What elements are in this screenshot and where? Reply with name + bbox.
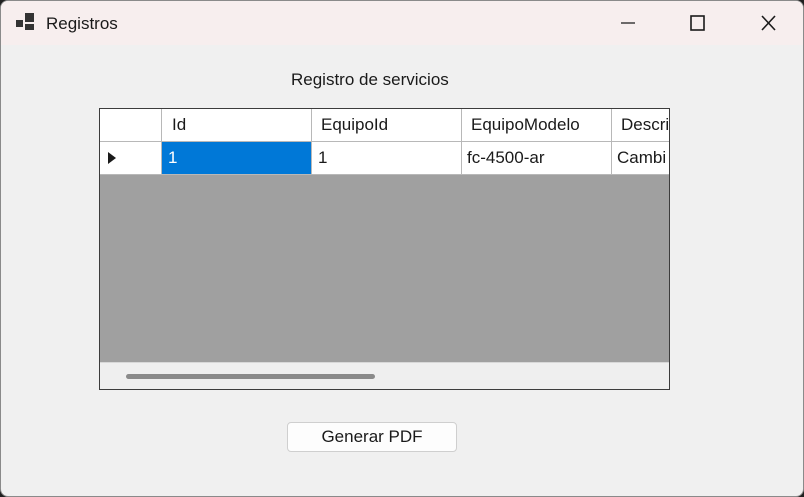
app-window-icon	[16, 13, 36, 31]
minimize-button[interactable]	[593, 1, 663, 45]
window-title: Registros	[46, 14, 118, 33]
cell-descripcion[interactable]: Cambi	[612, 142, 669, 174]
cell-equipomodelo[interactable]: fc-4500-ar	[462, 142, 612, 174]
main-window: Registros Registro de servicios Id Equip…	[0, 0, 804, 497]
column-header-descripcion[interactable]: Descri	[612, 109, 669, 141]
row-header-corner[interactable]	[100, 109, 162, 141]
horizontal-scrollbar[interactable]	[100, 362, 669, 389]
maximize-icon	[690, 15, 705, 31]
maximize-button[interactable]	[663, 1, 733, 45]
column-header-equipomodelo[interactable]: EquipoModelo	[462, 109, 612, 141]
row-header[interactable]	[100, 142, 162, 174]
table-row[interactable]: 1 1 fc-4500-ar Cambi	[100, 142, 669, 175]
close-icon	[761, 15, 776, 31]
title-bar[interactable]: Registros	[1, 1, 803, 45]
current-row-pointer-icon	[108, 152, 116, 164]
column-header-id[interactable]: Id	[162, 109, 312, 141]
cell-equipoid[interactable]: 1	[312, 142, 462, 174]
generate-pdf-button[interactable]: Generar PDF	[287, 422, 457, 452]
page-heading: Registro de servicios	[291, 70, 449, 89]
services-data-grid[interactable]: Id EquipoId EquipoModelo Descri 1 1 fc-4…	[99, 108, 670, 390]
minimize-icon	[621, 22, 635, 24]
close-button[interactable]	[733, 1, 803, 45]
grid-header-row: Id EquipoId EquipoModelo Descri	[100, 109, 669, 142]
scrollbar-thumb[interactable]	[126, 374, 375, 379]
cell-id[interactable]: 1	[162, 142, 312, 174]
column-header-equipoid[interactable]: EquipoId	[312, 109, 462, 141]
